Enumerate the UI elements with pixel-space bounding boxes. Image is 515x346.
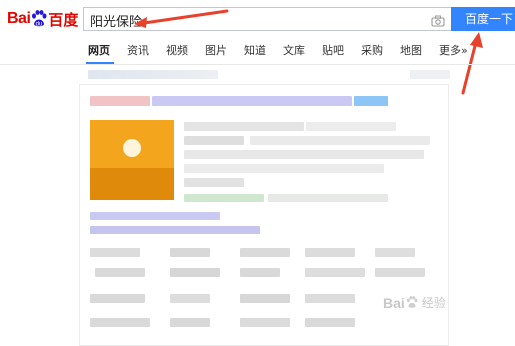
blurred-grid-12 bbox=[170, 294, 210, 303]
blurred-right-line bbox=[410, 70, 450, 79]
logo-text-baidu: 百度 bbox=[48, 10, 79, 29]
blurred-line-2b bbox=[250, 136, 430, 145]
blurred-result-title-2[interactable] bbox=[152, 96, 352, 106]
tab-news[interactable]: 资讯 bbox=[127, 42, 149, 64]
tab-map[interactable]: 地图 bbox=[400, 42, 422, 64]
blurred-grid-16 bbox=[170, 318, 210, 327]
blurred-line-3 bbox=[184, 150, 424, 159]
tab-wenku[interactable]: 文库 bbox=[283, 42, 305, 64]
tab-web[interactable]: 网页 bbox=[88, 42, 110, 64]
blurred-grid-11 bbox=[90, 294, 145, 303]
blurred-grid-2 bbox=[170, 248, 210, 257]
annotation-arrow-query bbox=[134, 9, 229, 28]
blurred-url-line-2 bbox=[268, 194, 388, 202]
camera-icon[interactable] bbox=[431, 12, 445, 31]
header: Bai du 百度 阳光保险 百度一下 bbox=[0, 0, 515, 40]
tab-zhidao[interactable]: 知道 bbox=[244, 42, 266, 64]
blurred-line-5 bbox=[184, 178, 244, 187]
blurred-grid-15 bbox=[90, 318, 150, 327]
blurred-line-1 bbox=[184, 122, 304, 131]
watermark: Bai 经验 bbox=[383, 294, 446, 311]
blurred-grid-7 bbox=[170, 268, 220, 277]
blurred-line-1b bbox=[306, 122, 396, 131]
tab-divider bbox=[0, 64, 515, 65]
blurred-grid-18 bbox=[305, 318, 355, 327]
tab-images[interactable]: 图片 bbox=[205, 42, 227, 64]
thumbnail-band-shape bbox=[90, 168, 174, 200]
blurred-url-line bbox=[184, 194, 264, 202]
thumbnail-sun-shape bbox=[123, 139, 141, 157]
svg-text:du: du bbox=[36, 22, 43, 28]
tab-more[interactable]: 更多» bbox=[439, 42, 468, 64]
blurred-link-2[interactable] bbox=[90, 226, 260, 234]
tab-purchase[interactable]: 采购 bbox=[361, 42, 383, 64]
logo-text-bai: Bai bbox=[7, 10, 31, 27]
blurred-grid-4 bbox=[305, 248, 355, 257]
blurred-grid-14 bbox=[305, 294, 355, 303]
blurred-grid-8 bbox=[240, 268, 280, 277]
blurred-line-2 bbox=[184, 136, 244, 145]
blurred-badge bbox=[354, 96, 388, 106]
blurred-link-1[interactable] bbox=[90, 212, 220, 220]
blurred-grid-17 bbox=[240, 318, 290, 327]
watermark-paw-icon bbox=[406, 296, 418, 308]
blurred-stats-line bbox=[88, 70, 218, 79]
baidu-logo[interactable]: Bai du 百度 bbox=[7, 6, 78, 32]
tab-tieba[interactable]: 贴吧 bbox=[322, 42, 344, 64]
result-thumbnail-image[interactable] bbox=[90, 120, 174, 200]
tab-video[interactable]: 视频 bbox=[166, 42, 188, 64]
blurred-grid-3 bbox=[240, 248, 290, 257]
blurred-grid-10 bbox=[375, 268, 425, 277]
blurred-line-4 bbox=[184, 164, 384, 173]
blurred-grid-1 bbox=[90, 248, 140, 257]
watermark-text-jingyan: 经验 bbox=[421, 296, 446, 310]
blurred-result-title[interactable] bbox=[90, 96, 150, 106]
tab-bar: 网页 资讯 视频 图片 知道 文库 贴吧 采购 地图 更多» bbox=[88, 42, 485, 64]
search-button[interactable]: 百度一下 bbox=[451, 7, 515, 31]
blurred-grid-13 bbox=[240, 294, 290, 303]
blurred-grid-5 bbox=[375, 248, 415, 257]
blurred-grid-6 bbox=[95, 268, 145, 277]
paw-icon: du bbox=[31, 10, 47, 28]
watermark-text-bai: Bai bbox=[383, 294, 405, 311]
blurred-grid-9 bbox=[305, 268, 365, 277]
